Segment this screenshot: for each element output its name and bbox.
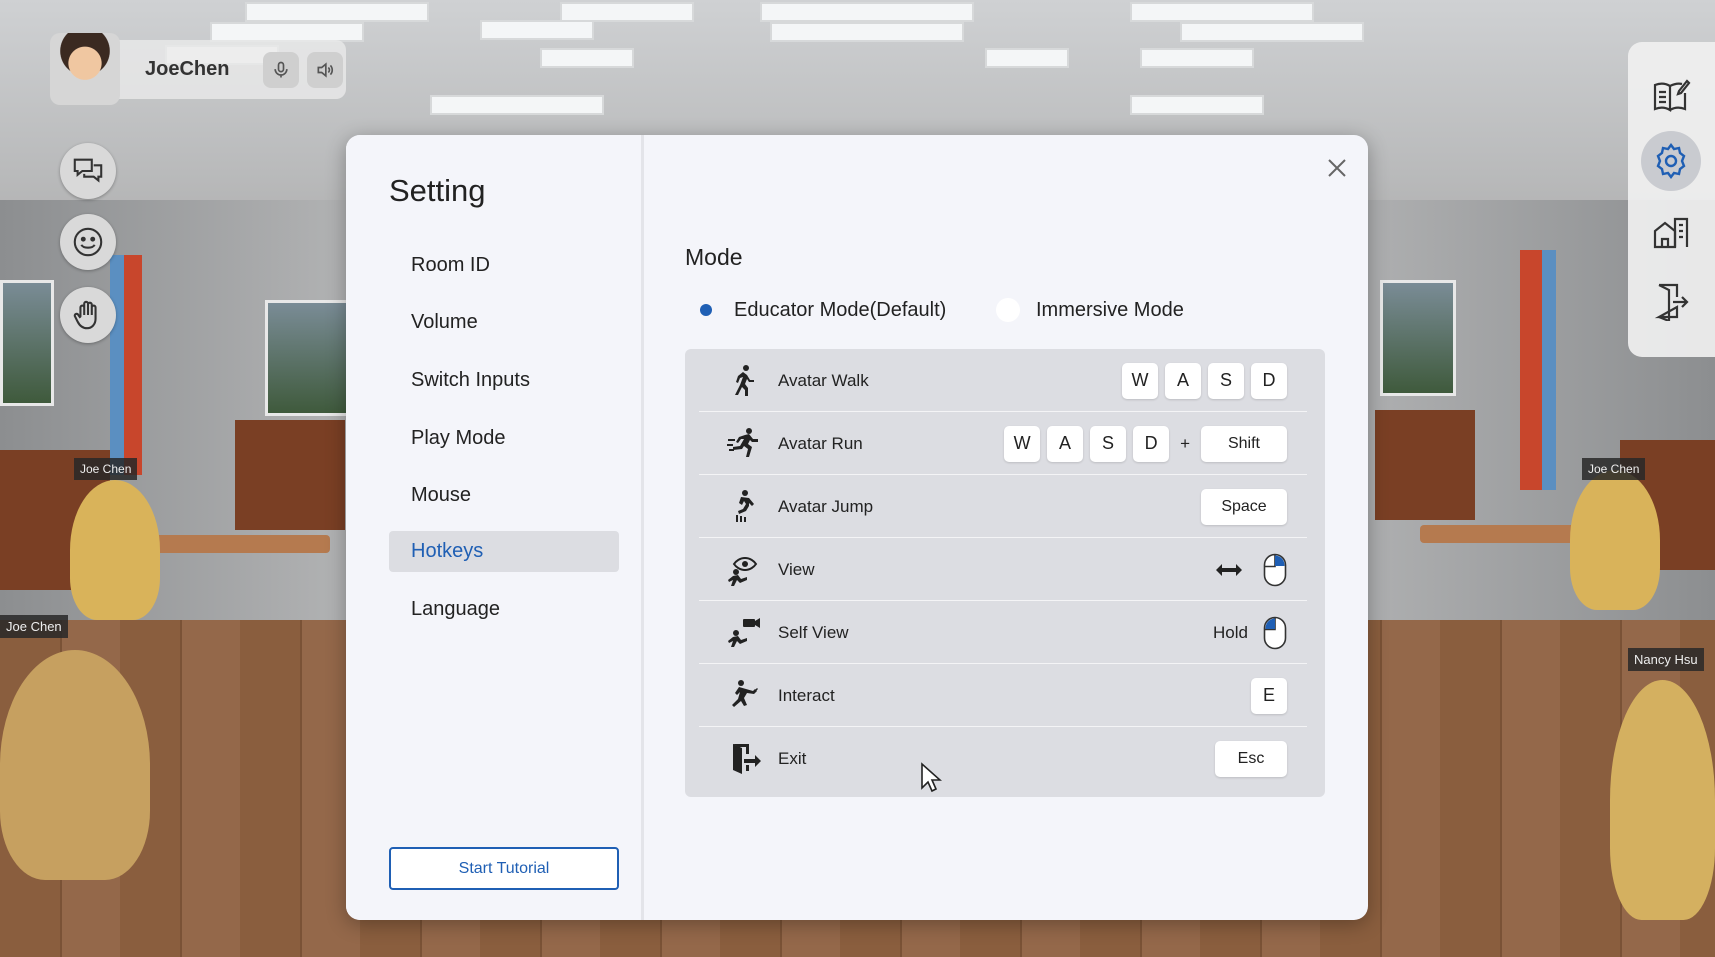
hold-text: Hold (1213, 622, 1248, 642)
raise-hand-button[interactable] (60, 287, 116, 343)
horizontal-arrow-icon (1216, 563, 1242, 576)
menu-item-mouse[interactable]: Mouse (389, 475, 619, 516)
hotkey-row-avatar-jump: Avatar Jump Space (699, 475, 1307, 538)
interact-icon (732, 680, 758, 707)
key-e: E (1251, 677, 1287, 714)
key-shift: Shift (1201, 425, 1287, 462)
hotkey-keys: Esc (1215, 727, 1287, 790)
educator-mode-radio[interactable]: Educator Mode(Default) (694, 298, 946, 322)
jump-icon (736, 490, 754, 522)
settings-sidebar: Setting Room ID Volume Switch Inputs Pla… (346, 135, 644, 920)
nametag: Joe Chen (74, 458, 138, 480)
building-icon (1653, 217, 1689, 249)
hotkey-row-avatar-walk: Avatar Walk W A S D (699, 349, 1307, 412)
microphone-button[interactable] (263, 51, 299, 88)
speaker-icon (317, 61, 333, 78)
key-d: D (1133, 425, 1170, 462)
hotkey-keys: E (1251, 664, 1287, 727)
menu-item-language[interactable]: Language (389, 589, 619, 630)
radio-selected-dot (694, 298, 718, 322)
menu-item-play-mode[interactable]: Play Mode (389, 418, 619, 459)
hotkey-label: View (778, 560, 815, 579)
self-view-icon (728, 618, 760, 647)
nametag: Joe Chen (1582, 458, 1646, 480)
start-tutorial-button[interactable]: Start Tutorial (389, 847, 619, 890)
nametag: Nancy Hsu (1628, 648, 1704, 671)
microphone-icon (274, 61, 288, 77)
run-icon (727, 428, 758, 457)
menu-item-switch-inputs[interactable]: Switch Inputs (389, 360, 619, 401)
username: JoeChen (145, 58, 230, 80)
hotkey-label: Avatar Run (778, 434, 863, 453)
notes-icon (1653, 79, 1691, 112)
hotkey-keys (1216, 538, 1287, 601)
educator-mode-label: Educator Mode(Default) (734, 298, 947, 321)
hotkey-row-avatar-run: Avatar Run W A S D + Shift (699, 412, 1307, 475)
hotkey-keys: Space (1201, 475, 1287, 538)
hotkey-row-view: View (699, 538, 1307, 601)
user-bar: JoeChen (50, 32, 346, 105)
settings-modal: Setting Room ID Volume Switch Inputs Pla… (346, 135, 1368, 920)
exit-door-icon (1654, 283, 1689, 321)
hotkey-label: Avatar Jump (778, 497, 874, 516)
key-a: A (1047, 425, 1084, 462)
menu-item-room-id[interactable]: Room ID (389, 245, 619, 286)
immersive-mode-radio[interactable]: Immersive Mode (996, 298, 1184, 322)
hotkey-row-interact: Interact E (699, 664, 1307, 727)
view-icon (728, 556, 758, 586)
right-toolbar (1628, 42, 1715, 357)
key-s: S (1208, 362, 1244, 399)
mode-title: Mode (685, 244, 743, 270)
chat-icon (73, 158, 103, 183)
avatar (50, 32, 120, 105)
mouse-left-click-icon (1263, 616, 1287, 649)
settings-title: Setting (389, 173, 486, 208)
exit-door-button[interactable] (1641, 271, 1701, 331)
settings-icon (1656, 143, 1686, 179)
nametag: Joe Chen (0, 615, 68, 638)
mouse-right-click-icon (1263, 553, 1287, 586)
emoji-button[interactable] (60, 214, 116, 270)
chat-button[interactable] (60, 143, 116, 199)
mouse-cursor-icon (921, 762, 942, 793)
building-button[interactable] (1641, 201, 1701, 261)
raise-hand-icon (73, 300, 97, 330)
close-icon[interactable] (1322, 153, 1352, 183)
speaker-button[interactable] (307, 51, 343, 88)
notes-button[interactable] (1641, 65, 1701, 125)
hotkey-row-self-view: Self View Hold (699, 601, 1307, 664)
hotkey-keys: W A S D (1122, 349, 1287, 412)
hotkey-label: Exit (778, 749, 807, 768)
settings-button[interactable] (1641, 131, 1701, 191)
key-esc: Esc (1215, 740, 1287, 777)
hotkey-label: Self View (778, 623, 849, 642)
hotkey-row-exit: Exit Esc (699, 727, 1307, 790)
key-d: D (1251, 362, 1287, 399)
key-w: W (1122, 362, 1158, 399)
key-w: W (1004, 425, 1041, 462)
hotkey-label: Interact (778, 686, 835, 705)
plus-sign: + (1180, 433, 1190, 453)
key-a: A (1165, 362, 1201, 399)
key-space: Space (1201, 488, 1287, 525)
radio-unselected-dot (996, 298, 1020, 322)
walk-icon (735, 365, 754, 396)
menu-item-hotkeys[interactable]: Hotkeys (389, 531, 619, 572)
hotkey-label: Avatar Walk (778, 371, 869, 390)
hotkey-keys: Hold (1213, 601, 1287, 664)
exit-icon (733, 744, 761, 774)
emoji-icon (73, 227, 103, 257)
hotkeys-table: Avatar Walk W A S D Avatar Run W A S D +… (685, 349, 1325, 797)
key-s: S (1090, 425, 1127, 462)
menu-item-volume[interactable]: Volume (389, 302, 619, 343)
immersive-mode-label: Immersive Mode (1036, 298, 1184, 321)
hotkey-keys: W A S D + Shift (1004, 412, 1287, 475)
